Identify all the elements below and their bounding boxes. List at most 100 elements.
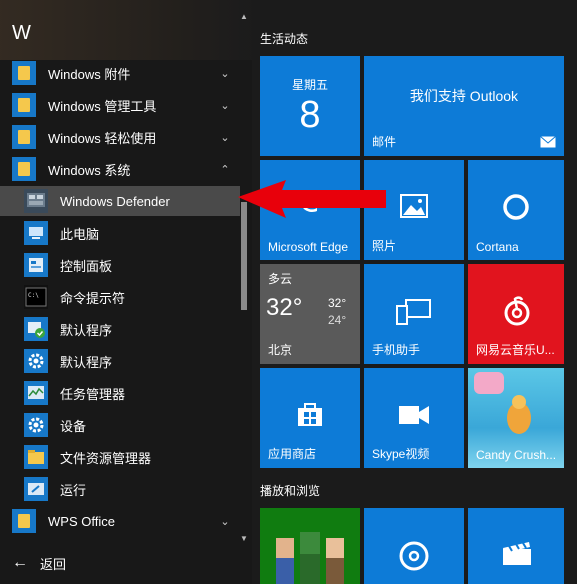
chevron-down-icon: ⌄ bbox=[220, 99, 230, 112]
scrollbar[interactable]: ▲ ▼ bbox=[240, 12, 248, 544]
back-label: 返回 bbox=[40, 556, 67, 572]
tiles-panel: 生活动态 星期五 8 我们支持 Outlook 邮件 Microsoft Edg… bbox=[252, 0, 577, 584]
phone-companion-tile[interactable]: 手机助手 bbox=[364, 264, 464, 364]
section-letter-header[interactable]: W bbox=[12, 22, 31, 45]
chevron-up-icon: ⌃ bbox=[220, 163, 230, 176]
folder-icon bbox=[12, 509, 36, 533]
mail-icon bbox=[540, 136, 556, 148]
app-run[interactable]: 运行 bbox=[0, 474, 240, 504]
terminal-icon: C:\ bbox=[24, 285, 48, 309]
defender-icon bbox=[24, 189, 48, 213]
groove-music-tile[interactable] bbox=[364, 508, 464, 584]
chevron-down-icon: ⌄ bbox=[220, 515, 230, 528]
weather-condition: 多云 bbox=[268, 272, 293, 286]
netease-music-icon bbox=[504, 296, 530, 326]
weather-high: 32° bbox=[328, 296, 347, 310]
app-label: Windows Defender bbox=[60, 193, 170, 209]
folder-wps-office[interactable]: WPS Office ⌄ bbox=[0, 506, 240, 536]
candy-label: Candy Crush... bbox=[476, 448, 557, 462]
candy-character-image bbox=[507, 395, 531, 434]
chevron-down-icon: ⌄ bbox=[220, 131, 230, 144]
video-camera-icon bbox=[399, 406, 429, 424]
default-programs-icon bbox=[24, 317, 48, 341]
app-control-panel[interactable]: 控制面板 bbox=[0, 250, 240, 280]
group-title-life[interactable]: 生活动态 bbox=[260, 30, 308, 47]
app-task-manager[interactable]: 任务管理器 bbox=[0, 378, 240, 408]
phone-companion-label: 手机助手 bbox=[372, 343, 421, 357]
clapperboard-icon bbox=[503, 542, 531, 565]
weather-low: 24° bbox=[328, 313, 347, 327]
mail-tile[interactable]: 我们支持 Outlook 邮件 bbox=[364, 56, 564, 156]
folder-label: Windows 附件 bbox=[48, 66, 131, 82]
back-button[interactable]: ← 返回 bbox=[0, 548, 240, 578]
chevron-down-icon: ⌄ bbox=[220, 67, 230, 80]
cortana-icon bbox=[503, 194, 529, 220]
app-this-pc[interactable]: 此电脑 bbox=[0, 218, 240, 248]
candy-crush-tile[interactable]: Candy Crush... bbox=[468, 368, 564, 468]
weather-city: 北京 bbox=[268, 343, 293, 357]
control-panel-icon bbox=[24, 253, 48, 277]
folder-windows-ease-of-access[interactable]: Windows 轻松使用 ⌄ bbox=[0, 122, 240, 152]
gear-icon bbox=[24, 349, 48, 373]
store-tile[interactable]: 应用商店 bbox=[260, 368, 360, 468]
app-label: 运行 bbox=[60, 482, 87, 498]
folder-label: Windows 系统 bbox=[48, 162, 131, 178]
calendar-day: 8 bbox=[299, 94, 321, 136]
cortana-tile[interactable]: Cortana bbox=[468, 160, 564, 260]
app-label: 此电脑 bbox=[60, 226, 100, 242]
folder-icon bbox=[12, 157, 36, 181]
app-command-prompt[interactable]: C:\ 命令提示符 bbox=[0, 282, 240, 312]
weather-tile[interactable]: 多云 32° 32° 24° 北京 bbox=[260, 264, 360, 364]
app-file-explorer[interactable]: 文件资源管理器 bbox=[0, 442, 240, 472]
calendar-tile[interactable]: 星期五 8 bbox=[260, 56, 360, 156]
phone-laptop-icon bbox=[396, 299, 431, 325]
folder-icon bbox=[12, 93, 36, 117]
app-label: 默认程序 bbox=[60, 322, 113, 338]
task-manager-icon bbox=[24, 381, 48, 405]
gear-icon bbox=[24, 413, 48, 437]
netease-music-tile[interactable]: 网易云音乐U... bbox=[468, 264, 564, 364]
svg-text:C:\: C:\ bbox=[28, 292, 39, 299]
app-label: 任务管理器 bbox=[60, 386, 126, 402]
run-icon bbox=[24, 477, 48, 501]
group-title-play[interactable]: 播放和浏览 bbox=[260, 482, 320, 499]
mail-label: 邮件 bbox=[372, 135, 397, 149]
back-arrow-icon: ← bbox=[12, 554, 28, 571]
folder-label: WPS Office bbox=[48, 513, 115, 529]
photos-icon bbox=[400, 194, 428, 218]
app-default-programs-1[interactable]: 默认程序 bbox=[0, 314, 240, 344]
movies-tv-tile[interactable] bbox=[468, 508, 564, 584]
folder-windows-accessories[interactable]: Windows 附件 ⌄ bbox=[0, 58, 240, 88]
netease-label: 网易云音乐U... bbox=[476, 343, 555, 357]
photos-label: 照片 bbox=[372, 239, 397, 253]
skype-video-tile[interactable]: Skype视频 bbox=[364, 368, 464, 468]
app-label: 默认程序 bbox=[60, 354, 113, 370]
folder-windows-system[interactable]: Windows 系统 ⌃ bbox=[0, 154, 240, 184]
computer-icon bbox=[24, 221, 48, 245]
scroll-down-icon[interactable]: ▼ bbox=[240, 534, 248, 543]
folder-icon bbox=[12, 61, 36, 85]
edge-label: Microsoft Edge bbox=[268, 240, 349, 254]
app-settings[interactable]: 设备 bbox=[0, 410, 240, 440]
app-label: 设备 bbox=[60, 418, 87, 434]
folder-icon bbox=[12, 125, 36, 149]
app-label: 控制面板 bbox=[60, 258, 113, 274]
background-tint bbox=[0, 0, 252, 60]
store-icon bbox=[298, 403, 322, 426]
scroll-up-icon[interactable]: ▲ bbox=[240, 12, 248, 21]
app-label: 文件资源管理器 bbox=[60, 450, 152, 466]
file-explorer-icon bbox=[24, 445, 48, 469]
calendar-weekday: 星期五 bbox=[291, 78, 328, 92]
mail-title: 我们支持 Outlook bbox=[409, 88, 519, 104]
xbox-tile[interactable] bbox=[260, 508, 360, 584]
skype-label: Skype视频 bbox=[372, 447, 430, 461]
app-default-programs-2[interactable]: 默认程序 bbox=[0, 346, 240, 376]
red-arrow-annotation bbox=[238, 180, 386, 218]
folder-windows-admin-tools[interactable]: Windows 管理工具 ⌄ bbox=[0, 90, 240, 120]
folder-label: Windows 管理工具 bbox=[48, 98, 157, 114]
xbox-avatars-image bbox=[276, 532, 344, 584]
app-label: 命令提示符 bbox=[60, 290, 126, 306]
store-label: 应用商店 bbox=[268, 447, 317, 461]
app-windows-defender[interactable]: Windows Defender bbox=[0, 186, 240, 216]
candy-logo-shape bbox=[474, 372, 504, 394]
